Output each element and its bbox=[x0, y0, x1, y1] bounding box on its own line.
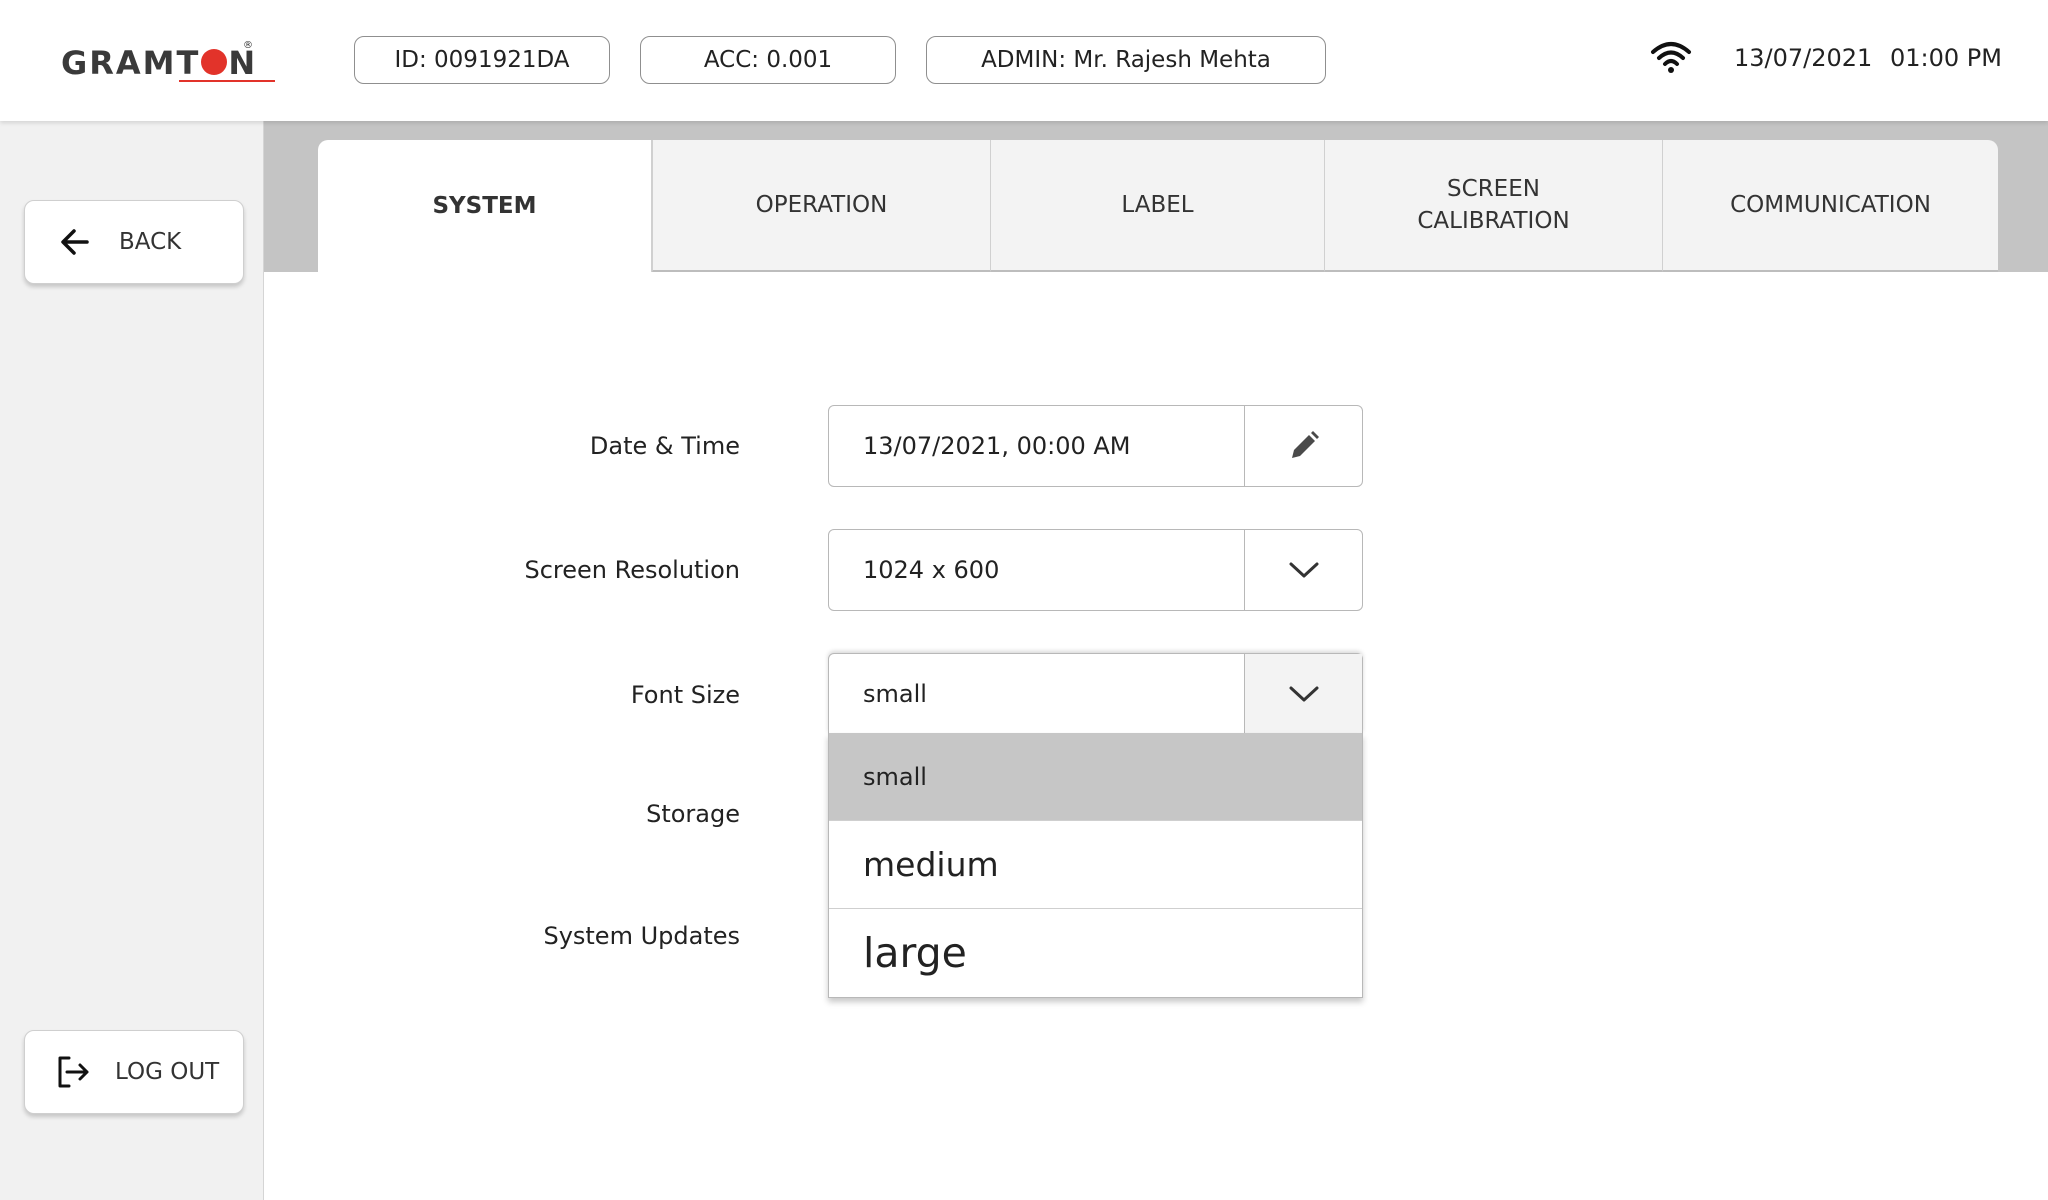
settings-tabs: SYSTEM OPERATION LABEL SCREEN CALIBRATIO… bbox=[318, 140, 1998, 272]
top-header: GRAMT N ® ID: 0091921DA ACC: 0.001 ADMIN:… bbox=[0, 0, 2048, 121]
header-time: 01:00 PM bbox=[1890, 44, 2002, 72]
gramton-logo: GRAMT N ® bbox=[61, 40, 275, 86]
tab-screen-calibration-label: SCREEN CALIBRATION bbox=[1417, 176, 1570, 234]
screen-resolution-dropdown-button[interactable] bbox=[1244, 530, 1362, 610]
font-size-option-small[interactable]: small bbox=[829, 733, 1362, 821]
admin-badge: ADMIN: Mr. Rajesh Mehta bbox=[926, 36, 1326, 84]
wifi-icon[interactable] bbox=[1650, 40, 1692, 74]
tab-communication[interactable]: COMMUNICATION bbox=[1662, 140, 1998, 272]
logout-icon bbox=[58, 1056, 89, 1088]
back-button-label: BACK bbox=[119, 229, 182, 255]
storage-label: Storage bbox=[646, 800, 740, 828]
header-date: 13/07/2021 bbox=[1734, 44, 1873, 72]
screen-resolution-value: 1024 x 600 bbox=[863, 556, 1000, 584]
logo-text: GRAMT N bbox=[61, 44, 258, 82]
chevron-down-icon bbox=[1289, 562, 1318, 578]
screen-resolution-select[interactable]: 1024 x 600 bbox=[828, 529, 1363, 611]
font-size-option-medium[interactable]: medium bbox=[829, 821, 1362, 909]
font-size-select[interactable]: small bbox=[828, 653, 1363, 734]
logout-button[interactable]: LOG OUT bbox=[24, 1030, 244, 1114]
device-id-badge: ID: 0091921DA bbox=[354, 36, 610, 84]
font-size-dropdown-button[interactable] bbox=[1244, 654, 1362, 733]
tab-screen-calibration[interactable]: SCREEN CALIBRATION bbox=[1324, 140, 1662, 272]
tab-label[interactable]: LABEL bbox=[990, 140, 1324, 272]
logo-registered-mark: ® bbox=[243, 40, 253, 51]
edit-date-time-button[interactable] bbox=[1244, 406, 1362, 486]
tab-operation[interactable]: OPERATION bbox=[652, 140, 990, 272]
screen-resolution-label: Screen Resolution bbox=[524, 556, 740, 584]
date-time-value: 13/07/2021, 00:00 AM bbox=[863, 432, 1131, 460]
back-button[interactable]: BACK bbox=[24, 200, 244, 284]
font-size-value: small bbox=[863, 679, 927, 708]
font-size-option-large[interactable]: large bbox=[829, 909, 1362, 997]
tab-system[interactable]: SYSTEM bbox=[318, 140, 652, 272]
tab-operation-label: OPERATION bbox=[755, 192, 888, 218]
pencil-icon bbox=[1291, 431, 1319, 458]
date-time-label: Date & Time bbox=[589, 432, 740, 460]
sidebar: BACK LOG OUT bbox=[0, 121, 264, 1200]
date-time-field[interactable]: 13/07/2021, 00:00 AM bbox=[828, 405, 1363, 487]
logo-underline bbox=[179, 80, 275, 82]
tab-label-label: LABEL bbox=[1121, 192, 1194, 218]
font-size-label: Font Size bbox=[630, 681, 740, 709]
tab-communication-label: COMMUNICATION bbox=[1730, 192, 1931, 218]
logout-button-label: LOG OUT bbox=[115, 1059, 220, 1085]
font-size-options-list: small medium large bbox=[828, 733, 1363, 998]
accuracy-badge: ACC: 0.001 bbox=[640, 36, 896, 84]
arrow-left-icon bbox=[61, 229, 89, 255]
system-updates-label: System Updates bbox=[543, 922, 740, 950]
chevron-down-icon bbox=[1289, 686, 1318, 701]
logo-dot-icon bbox=[201, 49, 228, 75]
tab-system-label: SYSTEM bbox=[432, 193, 537, 219]
